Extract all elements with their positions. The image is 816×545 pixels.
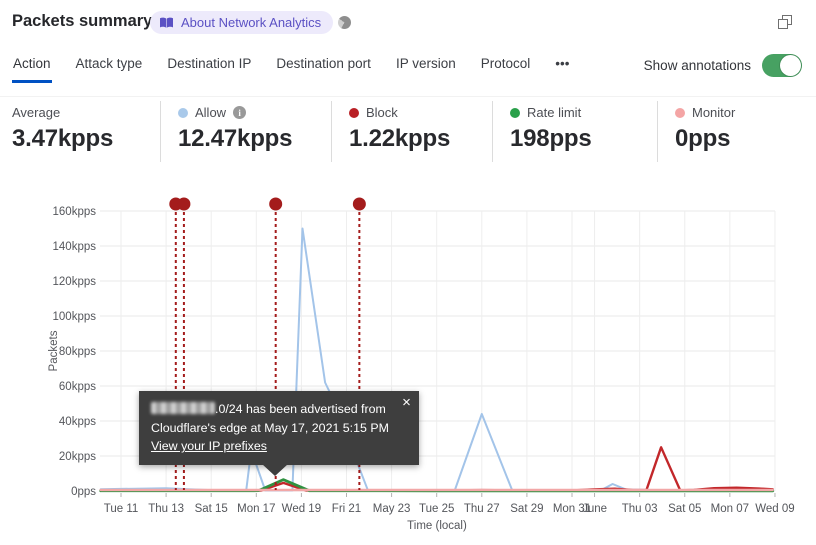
annotation-dot-icon <box>352 197 366 211</box>
svg-text:Sat 15: Sat 15 <box>195 503 228 515</box>
packets-chart: 0pps 20kpps 40kpps 60kpps 80kpps 100kpps 120kp… <box>48 197 795 532</box>
stat-label: Rate limit <box>527 105 582 120</box>
svg-text:Thu 13: Thu 13 <box>148 503 184 515</box>
stat-label: Monitor <box>692 105 736 120</box>
svg-text:100kpps: 100kpps <box>53 311 97 323</box>
svg-text:0pps: 0pps <box>71 486 96 498</box>
svg-text:Fri 21: Fri 21 <box>332 503 361 515</box>
svg-text:Sat 05: Sat 05 <box>668 503 701 515</box>
svg-text:20kpps: 20kpps <box>59 451 96 463</box>
legend-dot-monitor <box>675 107 685 118</box>
show-annotations-control: Show annotations <box>644 54 802 77</box>
redacted-ip-prefix <box>151 402 215 414</box>
tooltip-line1: .0/24 has been advertised from <box>151 400 389 419</box>
svg-text:Thu 03: Thu 03 <box>622 503 658 515</box>
header: Packets summary About Network Analytics <box>0 0 816 44</box>
stat-value: 0pps <box>675 125 731 152</box>
show-annotations-label: Show annotations <box>643 58 751 73</box>
stat-label: Block <box>366 105 398 120</box>
tab-bar: Action Attack type Destination IP Destinati… <box>12 48 570 83</box>
pie-indicator-icon <box>338 16 351 29</box>
stat-average: Average 3.47kpps <box>0 101 160 162</box>
stats-row: Average 3.47kpps Allow i 12.47kpps Block 1.22k… <box>0 96 816 162</box>
tooltip-close-icon[interactable]: × <box>402 395 411 410</box>
book-icon <box>159 17 174 29</box>
network-analytics-panel: Packets summary About Network Analytics … <box>0 0 816 545</box>
stat-monitor: Monitor 0pps <box>657 101 816 162</box>
window-restore-icon[interactable] <box>778 15 794 30</box>
tab-more[interactable]: ••• <box>554 48 570 83</box>
legend-dot-rate-limit <box>510 107 520 118</box>
stat-value: 3.47kpps <box>12 125 114 152</box>
svg-text:60kpps: 60kpps <box>59 381 96 393</box>
tooltip-caret <box>262 463 288 476</box>
legend-dot-block <box>349 107 359 118</box>
tab-action[interactable]: Action <box>12 48 52 83</box>
svg-text:Mon 07: Mon 07 <box>711 503 749 515</box>
stat-value: 198pps <box>510 125 592 152</box>
tab-destination-ip[interactable]: Destination IP <box>166 48 252 83</box>
stat-rate-limit: Rate limit 198pps <box>492 101 657 162</box>
svg-text:May 23: May 23 <box>373 503 411 515</box>
view-ip-prefixes-link[interactable]: View your IP prefixes <box>151 439 267 453</box>
stat-label: Average <box>12 105 61 120</box>
svg-text:Sat 29: Sat 29 <box>510 503 543 515</box>
tooltip-link-row: View your IP prefixes <box>151 437 389 456</box>
svg-text:160kpps: 160kpps <box>53 206 97 218</box>
tabs-row: Action Attack type Destination IP Destinati… <box>0 48 816 86</box>
annotation-dot-icon <box>177 197 191 211</box>
show-annotations-toggle[interactable] <box>762 54 802 77</box>
page-title: Packets summary <box>12 12 153 30</box>
svg-text:40kpps: 40kpps <box>59 416 96 428</box>
legend-dot-allow <box>178 107 188 118</box>
svg-text:Wed 09: Wed 09 <box>755 503 794 515</box>
svg-text:Tue 25: Tue 25 <box>419 503 454 515</box>
svg-text:120kpps: 120kpps <box>53 276 97 288</box>
svg-text:Wed 19: Wed 19 <box>282 503 321 515</box>
stat-label: Allow <box>195 105 227 120</box>
stat-value: 1.22kpps <box>349 125 451 152</box>
about-network-analytics-link[interactable]: About Network Analytics <box>150 11 334 34</box>
stat-allow: Allow i 12.47kpps <box>160 101 331 162</box>
tab-destination-port[interactable]: Destination port <box>275 48 372 83</box>
svg-text:140kpps: 140kpps <box>53 241 97 253</box>
svg-text:Thu 27: Thu 27 <box>464 503 500 515</box>
x-axis-title: Time (local) <box>407 520 467 532</box>
svg-text:80kpps: 80kpps <box>59 346 96 358</box>
annotation-dot-icon <box>269 197 283 211</box>
tab-attack-type[interactable]: Attack type <box>75 48 144 83</box>
svg-text:Mon 17: Mon 17 <box>237 503 275 515</box>
chart-area: 0pps 20kpps 40kpps 60kpps 80kpps 100kpps 120kp… <box>0 195 816 545</box>
axis-labels: 0pps 20kpps 40kpps 60kpps 80kpps 100kpps 120kp… <box>48 206 795 532</box>
y-axis-title: Packets <box>48 330 60 371</box>
about-badge-label: About Network Analytics <box>181 15 322 30</box>
toggle-knob <box>780 55 801 76</box>
svg-text:Tue 11: Tue 11 <box>104 503 139 515</box>
svg-text:June: June <box>582 503 607 515</box>
tooltip-line2: Cloudflare's edge at May 17, 2021 5:15 P… <box>151 420 389 435</box>
info-icon[interactable]: i <box>233 106 247 119</box>
stat-value: 12.47kpps <box>178 125 293 152</box>
stat-block: Block 1.22kpps <box>331 101 492 162</box>
tab-protocol[interactable]: Protocol <box>480 48 532 83</box>
annotation-tooltip: .0/24 has been advertised from Cloudflar… <box>139 391 419 476</box>
tab-ip-version[interactable]: IP version <box>395 48 457 83</box>
